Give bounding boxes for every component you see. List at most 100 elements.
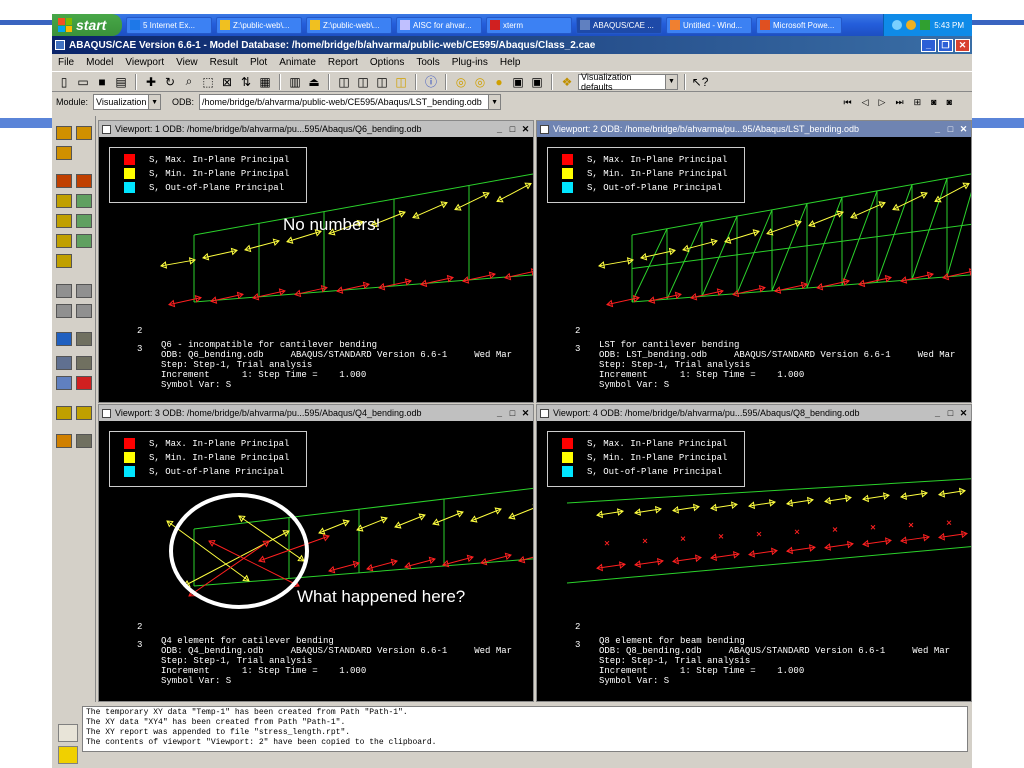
toggle-icon[interactable]: ▥ — [287, 74, 303, 90]
last-frame-icon[interactable]: ⏭ — [895, 97, 903, 108]
module-select[interactable]: Visualization ▼ — [93, 94, 162, 110]
toolbox-tool-icon[interactable] — [56, 126, 72, 140]
menu-help[interactable]: Help — [500, 57, 521, 68]
minimize-button[interactable]: _ — [921, 38, 936, 52]
toolbox-tool-icon[interactable] — [56, 214, 72, 228]
viewport-2[interactable]: Viewport: 2 ODB: /home/bridge/b/ahvarma/… — [536, 120, 972, 403]
print-icon[interactable]: ▤ — [113, 74, 129, 90]
toolbox-tool-icon[interactable] — [56, 146, 72, 160]
box-zoom-icon[interactable]: ⬚ — [200, 74, 216, 90]
toolbox-tool-icon[interactable] — [56, 376, 72, 390]
network-icon[interactable] — [892, 20, 903, 30]
toolbox-tool-icon[interactable] — [76, 304, 92, 318]
previous-frame-icon[interactable]: ◁ — [862, 97, 869, 108]
taskbar-item[interactable]: Z:\public-web\... — [216, 16, 302, 34]
save-icon[interactable]: ■ — [94, 74, 110, 90]
toolbox-tool-icon[interactable] — [76, 174, 92, 188]
minimize-button[interactable]: _ — [932, 124, 943, 135]
menu-result[interactable]: Result — [210, 57, 238, 68]
render-icon[interactable]: ◎ — [453, 74, 469, 90]
first-frame-icon[interactable]: ⏮ — [844, 97, 852, 108]
cycle-views-icon[interactable]: ⇅ — [238, 74, 254, 90]
viewport-4[interactable]: Viewport: 4 ODB: /home/bridge/b/ahvarma/… — [536, 404, 972, 702]
menu-viewport[interactable]: Viewport — [125, 57, 164, 68]
close-button[interactable]: ✕ — [520, 408, 531, 419]
toolbox-tool-icon[interactable] — [56, 234, 72, 248]
menu-plugins[interactable]: Plug-ins — [452, 57, 488, 68]
rotate-icon[interactable]: ↻ — [162, 74, 178, 90]
shaded-icon[interactable]: ◫ — [393, 74, 409, 90]
view-defaults-combo[interactable]: Visualization defaults ▼ — [578, 72, 678, 92]
zoom-icon[interactable]: ⌕ — [181, 74, 197, 90]
frame-select-icon[interactable]: ⊞ — [914, 97, 922, 108]
toolbox-tool-icon[interactable] — [76, 214, 92, 228]
viewport-titlebar[interactable]: Viewport: 2 ODB: /home/bridge/b/ahvarma/… — [537, 121, 971, 137]
toolbox-tool-icon[interactable] — [56, 304, 72, 318]
next-frame-icon[interactable]: ▷ — [879, 97, 886, 108]
maximize-button[interactable]: □ — [507, 408, 518, 419]
vb-icon[interactable] — [920, 20, 931, 30]
render-icon[interactable]: ● — [491, 74, 507, 90]
layout-icon[interactable]: ▣ — [510, 74, 526, 90]
minimize-button[interactable]: _ — [494, 408, 505, 419]
layout-icon[interactable]: ▣ — [529, 74, 545, 90]
taskbar-item[interactable]: Untitled - Wind... — [666, 16, 752, 34]
toolbox-tool-icon[interactable] — [76, 284, 92, 298]
message-tab-button[interactable] — [58, 724, 78, 742]
auto-fit-icon[interactable]: ⊠ — [219, 74, 235, 90]
close-button[interactable]: ✕ — [958, 408, 969, 419]
close-button[interactable]: ✕ — [955, 38, 970, 52]
minimize-button[interactable]: _ — [932, 408, 943, 419]
camera-icon[interactable]: ◙ — [931, 97, 936, 108]
taskbar-item[interactable]: 5 Internet Ex... — [126, 16, 212, 34]
toolbox-tool-icon[interactable] — [76, 332, 92, 346]
security-icon[interactable] — [906, 20, 917, 30]
menu-plot[interactable]: Plot — [250, 57, 267, 68]
restore-button[interactable]: ❐ — [938, 38, 953, 52]
toolbox-tool-icon[interactable] — [76, 356, 92, 370]
maximize-button[interactable]: □ — [945, 408, 956, 419]
close-button[interactable]: ✕ — [520, 124, 531, 135]
menu-tools[interactable]: Tools — [416, 57, 439, 68]
perspective-icon[interactable]: ⏏ — [306, 74, 322, 90]
menu-options[interactable]: Options — [370, 57, 404, 68]
odb-select[interactable]: /home/bridge/b/ahvarma/public-web/CE595/… — [199, 94, 502, 110]
taskbar-item[interactable]: Microsoft Powe... — [756, 16, 842, 34]
viewport-titlebar[interactable]: Viewport: 1 ODB: /home/bridge/b/ahvarma/… — [99, 121, 533, 137]
view-manager-icon[interactable]: ❖ — [559, 74, 575, 90]
pan-icon[interactable]: ✚ — [143, 74, 159, 90]
render-icon[interactable]: ◎ — [472, 74, 488, 90]
toolbox-tool-icon[interactable] — [76, 406, 92, 420]
start-button[interactable]: start — [52, 14, 122, 36]
open-file-icon[interactable]: ▭ — [75, 74, 91, 90]
menu-animate[interactable]: Animate — [279, 57, 316, 68]
command-tab-button[interactable] — [58, 746, 78, 764]
toolbox-tool-icon[interactable] — [56, 332, 72, 346]
toolbox-tool-icon[interactable] — [56, 284, 72, 298]
viewport-3[interactable]: Viewport: 3 ODB: /home/bridge/b/ahvarma/… — [98, 404, 534, 702]
toolbox-tool-icon[interactable] — [76, 434, 92, 448]
maximize-button[interactable]: □ — [507, 124, 518, 135]
toolbox-tool-icon[interactable] — [56, 434, 72, 448]
toolbox-tool-icon[interactable] — [76, 234, 92, 248]
viewport-titlebar[interactable]: Viewport: 3 ODB: /home/bridge/b/ahvarma/… — [99, 405, 533, 421]
grid-icon[interactable]: ▦ — [257, 74, 273, 90]
menu-report[interactable]: Report — [328, 57, 358, 68]
menu-model[interactable]: Model — [86, 57, 113, 68]
taskbar-item[interactable]: AISC for ahvar... — [396, 16, 482, 34]
taskbar-item[interactable]: ABAQUS/CAE ... — [576, 16, 662, 34]
close-button[interactable]: ✕ — [958, 124, 969, 135]
viewport-1[interactable]: Viewport: 1 ODB: /home/bridge/b/ahvarma/… — [98, 120, 534, 403]
toolbox-tool-icon[interactable] — [56, 174, 72, 188]
toolbox-tool-icon[interactable] — [56, 254, 72, 268]
taskbar-item[interactable]: Z:\public-web\... — [306, 16, 392, 34]
movie-icon[interactable]: ◙ — [947, 97, 952, 108]
toolbox-tool-icon[interactable] — [76, 376, 92, 390]
taskbar-item[interactable]: xterm — [486, 16, 572, 34]
minimize-button[interactable]: _ — [494, 124, 505, 135]
maximize-button[interactable]: □ — [945, 124, 956, 135]
viewport-titlebar[interactable]: Viewport: 4 ODB: /home/bridge/b/ahvarma/… — [537, 405, 971, 421]
query-icon[interactable]: ⓘ — [423, 74, 439, 90]
menu-file[interactable]: File — [58, 57, 74, 68]
wireframe-icon[interactable]: ◫ — [336, 74, 352, 90]
